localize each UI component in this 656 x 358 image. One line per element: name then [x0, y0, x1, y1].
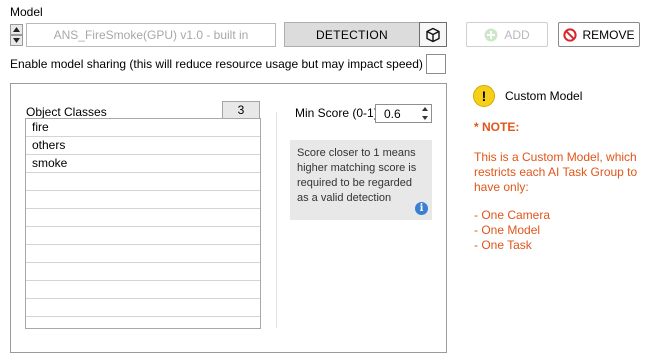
min-score-hint-text: Score closer to 1 means higher matching …	[297, 147, 417, 204]
remove-button-label: REMOVE	[582, 27, 635, 42]
min-score-value: 0.6	[384, 106, 401, 121]
list-item: - One Camera	[474, 208, 551, 222]
divider	[276, 112, 277, 328]
model-sharing-checkbox[interactable]	[426, 54, 446, 74]
object-classes-label: Object Classes	[26, 105, 107, 119]
model-sharing-label: Enable model sharing (this will reduce r…	[10, 57, 423, 71]
no-entry-icon	[563, 27, 578, 42]
list-item[interactable]	[26, 173, 260, 191]
triangle-up-icon	[13, 27, 20, 32]
min-score-hint: Score closer to 1 means higher matching …	[290, 140, 432, 220]
list-item[interactable]	[26, 299, 260, 317]
add-button-label: ADD	[504, 27, 530, 42]
model-label: Model	[10, 5, 43, 19]
min-score-stepper[interactable]: 0.6	[375, 104, 432, 123]
list-item[interactable]	[26, 263, 260, 281]
cube-icon	[426, 27, 440, 42]
note-body: This is a Custom Model, which restricts …	[474, 150, 638, 194]
list-item: - One Model	[474, 223, 541, 237]
list-item[interactable]	[26, 209, 260, 227]
list-item[interactable]: others	[26, 137, 260, 155]
custom-model-label: Custom Model	[505, 89, 583, 103]
model-3d-button[interactable]	[419, 22, 447, 47]
model-prev-button[interactable]	[10, 24, 23, 35]
info-icon[interactable]: i	[415, 202, 428, 215]
remove-button[interactable]: REMOVE	[558, 22, 640, 47]
model-name-field[interactable]: ANS_FireSmoke(GPU) v1.0 - built in	[26, 23, 276, 47]
list-item[interactable]	[26, 281, 260, 299]
detection-button[interactable]: DETECTION	[284, 22, 420, 47]
object-classes-list[interactable]: fire others smoke	[25, 118, 261, 329]
triangle-down-icon	[13, 38, 20, 43]
triangle-up-icon	[422, 107, 428, 112]
object-classes-count: 3	[222, 101, 260, 119]
list-item[interactable]	[26, 317, 260, 328]
model-next-button[interactable]	[10, 35, 23, 46]
list-item[interactable]: smoke	[26, 155, 260, 173]
list-item[interactable]	[26, 227, 260, 245]
note-title: * NOTE:	[474, 120, 520, 134]
plus-circle-icon	[484, 28, 498, 41]
list-item: - One Task	[474, 238, 532, 252]
note-restrictions: - One Camera - One Model - One Task	[474, 208, 550, 253]
list-item[interactable]	[26, 191, 260, 209]
list-item[interactable]: fire	[26, 119, 260, 137]
list-item[interactable]	[26, 245, 260, 263]
min-score-increment[interactable]	[419, 105, 431, 114]
min-score-label: Min Score (0-1)	[295, 106, 378, 120]
add-button[interactable]: ADD	[466, 22, 548, 47]
min-score-decrement[interactable]	[419, 114, 431, 123]
exclamation-circle-icon: !	[473, 85, 495, 107]
triangle-down-icon	[422, 115, 428, 120]
